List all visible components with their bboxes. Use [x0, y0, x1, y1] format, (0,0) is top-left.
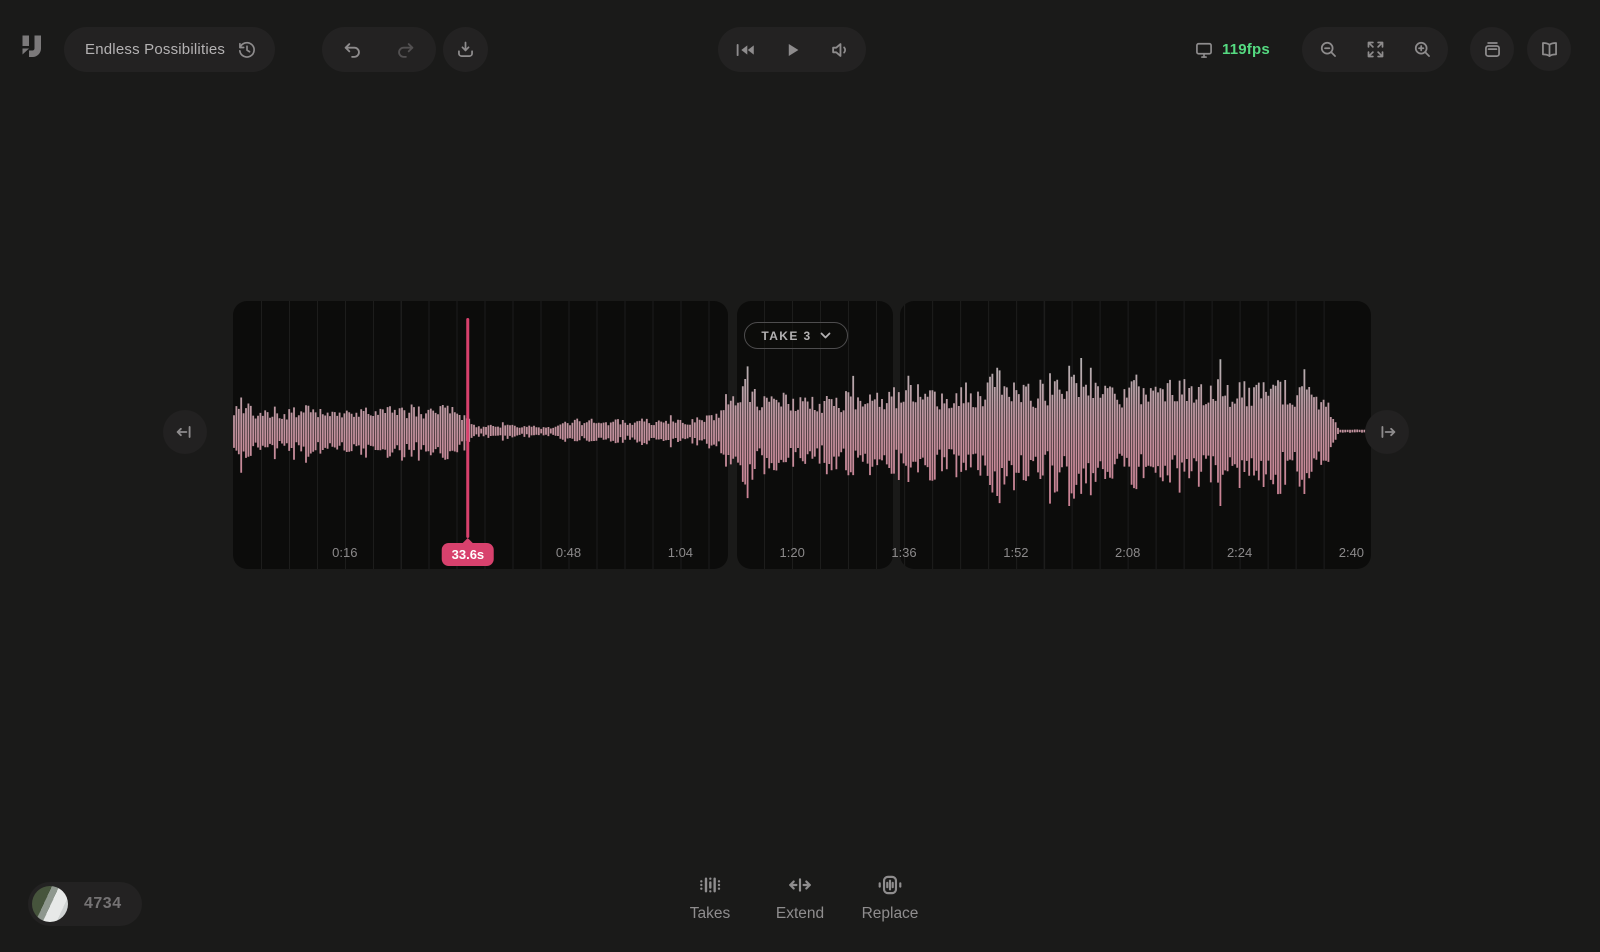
- arrow-right-from-line-button[interactable]: [1365, 410, 1409, 454]
- volume-button[interactable]: [819, 29, 861, 71]
- takes-icon: [697, 872, 723, 898]
- fps-indicator: 119fps: [1194, 27, 1270, 72]
- extend-icon: [787, 872, 813, 898]
- transport-controls: [718, 27, 866, 72]
- replace-icon: [877, 872, 903, 898]
- replace-label: Replace: [862, 905, 919, 923]
- project-title-pill[interactable]: Endless Possibilities: [64, 27, 275, 72]
- action-bar: Takes Extend Replace: [672, 872, 928, 923]
- project-title: Endless Possibilities: [85, 41, 225, 58]
- udio-logo[interactable]: [18, 32, 46, 60]
- takes-button[interactable]: Takes: [672, 872, 748, 923]
- history-icon[interactable]: [237, 40, 257, 60]
- skip-back-button[interactable]: [724, 29, 766, 71]
- zoom-in-button[interactable]: [1401, 29, 1443, 71]
- takes-label: Takes: [690, 905, 731, 923]
- arrow-left-to-line-button[interactable]: [163, 410, 207, 454]
- monitor-icon: [1194, 40, 1214, 60]
- download-button[interactable]: [443, 27, 488, 72]
- undo-button[interactable]: [332, 29, 374, 71]
- waveform-panel-left[interactable]: [233, 301, 728, 569]
- extend-button[interactable]: Extend: [762, 872, 838, 923]
- play-button[interactable]: [771, 29, 813, 71]
- undo-redo-group: [322, 27, 436, 72]
- stack-button[interactable]: [1470, 27, 1514, 71]
- fps-value: 119fps: [1222, 41, 1270, 58]
- book-button[interactable]: [1527, 27, 1571, 71]
- expand-button[interactable]: [1354, 29, 1396, 71]
- take-selector[interactable]: TAKE 3: [744, 322, 848, 349]
- take-label: TAKE 3: [761, 329, 811, 343]
- user-credits-pill[interactable]: 4734: [28, 882, 142, 926]
- playhead[interactable]: [466, 318, 470, 538]
- replace-button[interactable]: Replace: [852, 872, 928, 923]
- zoom-out-button[interactable]: [1307, 29, 1349, 71]
- playhead-time-chip[interactable]: 33.6s: [442, 543, 495, 566]
- chevron-down-icon: [820, 332, 831, 339]
- credits-count: 4734: [84, 895, 122, 913]
- extend-label: Extend: [776, 905, 824, 923]
- avatar[interactable]: [32, 886, 68, 922]
- zoom-controls: [1302, 27, 1448, 72]
- waveform-timeline[interactable]: 0:160:481:041:201:361:522:082:242:40 TAK…: [233, 301, 1371, 569]
- redo-button[interactable]: [384, 29, 426, 71]
- waveform-panel-right[interactable]: [900, 301, 1371, 569]
